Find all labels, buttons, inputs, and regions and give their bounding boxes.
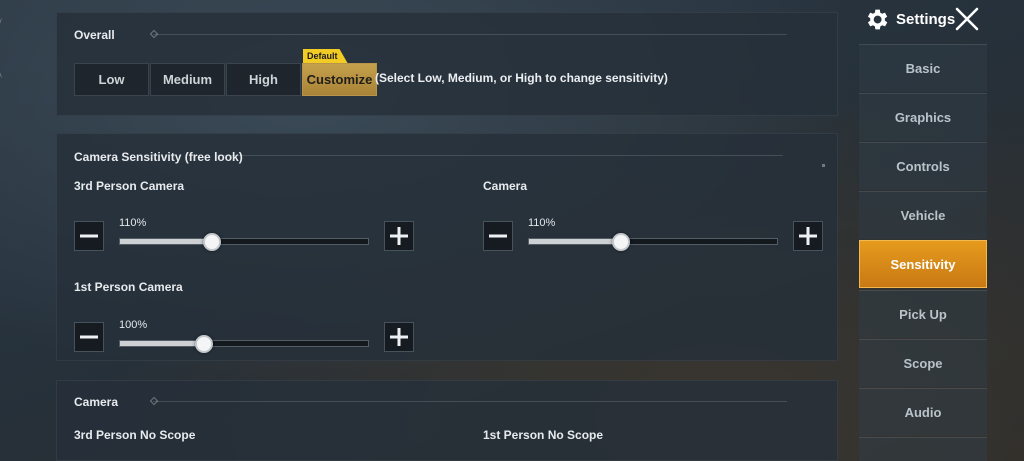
divider-diamond-icon: [149, 29, 159, 39]
overall-panel: Overall Low Medium High Default Customiz…: [56, 12, 838, 116]
minus-icon: [80, 234, 98, 238]
third-person-slider-thumb[interactable]: [203, 233, 221, 251]
camera-section-title: Camera: [74, 395, 119, 409]
default-tag: Default: [303, 49, 348, 63]
camera-increase-button[interactable]: [793, 221, 823, 251]
sidebar-item-scope[interactable]: Scope: [859, 339, 987, 387]
minus-icon: [489, 234, 507, 238]
third-person-slider[interactable]: [119, 233, 369, 251]
first-person-decrease-button[interactable]: [74, 322, 104, 352]
preset-high-button[interactable]: High: [226, 63, 301, 96]
third-person-slider-fill: [120, 239, 212, 244]
minus-icon: [80, 335, 98, 339]
third-person-decrease-button[interactable]: [74, 221, 104, 251]
camera-panel: Camera 3rd Person No Scope 1st Person No…: [56, 380, 838, 461]
camera-value: 110%: [528, 217, 556, 229]
preset-customize-label: Customize: [306, 72, 373, 87]
first-person-value: 100%: [119, 319, 148, 331]
preset-low-button[interactable]: Low: [74, 63, 149, 96]
third-person-camera-label: 3rd Person Camera: [74, 179, 185, 193]
edge-arc-decoration: [0, 18, 10, 78]
camera-slider[interactable]: [528, 233, 778, 251]
first-person-camera-label: 1st Person Camera: [74, 280, 183, 294]
preset-medium-button[interactable]: Medium: [150, 63, 225, 96]
sidebar-item-audio[interactable]: Audio: [859, 388, 987, 436]
preset-group: Low Medium High Default Customize: [74, 49, 378, 96]
corner-dot: [822, 164, 825, 167]
first-person-slider[interactable]: [119, 335, 369, 353]
preset-hint-text: (Select Low, Medium, or High to change s…: [375, 71, 668, 85]
camera-label: Camera: [483, 179, 528, 193]
plus-icon: [390, 227, 408, 245]
overall-title: Overall: [74, 28, 115, 42]
sidebar-item-graphics[interactable]: Graphics: [859, 93, 987, 141]
settings-sidebar: Settings Basic Graphics Controls Vehicle…: [859, 0, 987, 461]
sidebar-item-vehicle[interactable]: Vehicle: [859, 191, 987, 239]
camera-slider-fill: [529, 239, 621, 244]
third-person-increase-button[interactable]: [384, 221, 414, 251]
third-person-no-scope-label: 3rd Person No Scope: [74, 428, 196, 442]
settings-header: Settings: [863, 6, 955, 33]
first-person-slider-fill: [120, 341, 204, 346]
divider-diamond-icon: [149, 396, 159, 406]
gear-icon: [867, 9, 888, 30]
close-icon: [955, 7, 979, 31]
sidebar-item-pick-up[interactable]: Pick Up: [859, 290, 987, 338]
camera-decrease-button[interactable]: [483, 221, 513, 251]
sidebar-item-controls[interactable]: Controls: [859, 142, 987, 190]
camera-slider-thumb[interactable]: [612, 233, 630, 251]
overall-title-divider: [149, 29, 787, 39]
first-person-increase-button[interactable]: [384, 322, 414, 352]
camera-sensitivity-panel: Camera Sensitivity (free look) 3rd Perso…: [56, 133, 838, 361]
first-person-slider-thumb[interactable]: [195, 335, 213, 353]
sidebar-item-sensitivity[interactable]: Sensitivity: [859, 240, 987, 288]
plus-icon: [799, 227, 817, 245]
preset-customize-button[interactable]: Default Customize: [302, 49, 377, 96]
settings-title: Settings: [896, 11, 956, 28]
camera-sensitivity-divider: [217, 155, 783, 156]
plus-icon: [390, 328, 408, 346]
first-person-no-scope-label: 1st Person No Scope: [483, 428, 604, 442]
camera-sensitivity-title: Camera Sensitivity (free look): [74, 150, 243, 164]
camera-section-divider: [149, 396, 787, 406]
sidebar-item-partial[interactable]: [859, 437, 987, 461]
sidebar-item-basic[interactable]: Basic: [859, 44, 987, 92]
third-person-value: 110%: [119, 217, 147, 229]
close-button[interactable]: [954, 6, 980, 32]
